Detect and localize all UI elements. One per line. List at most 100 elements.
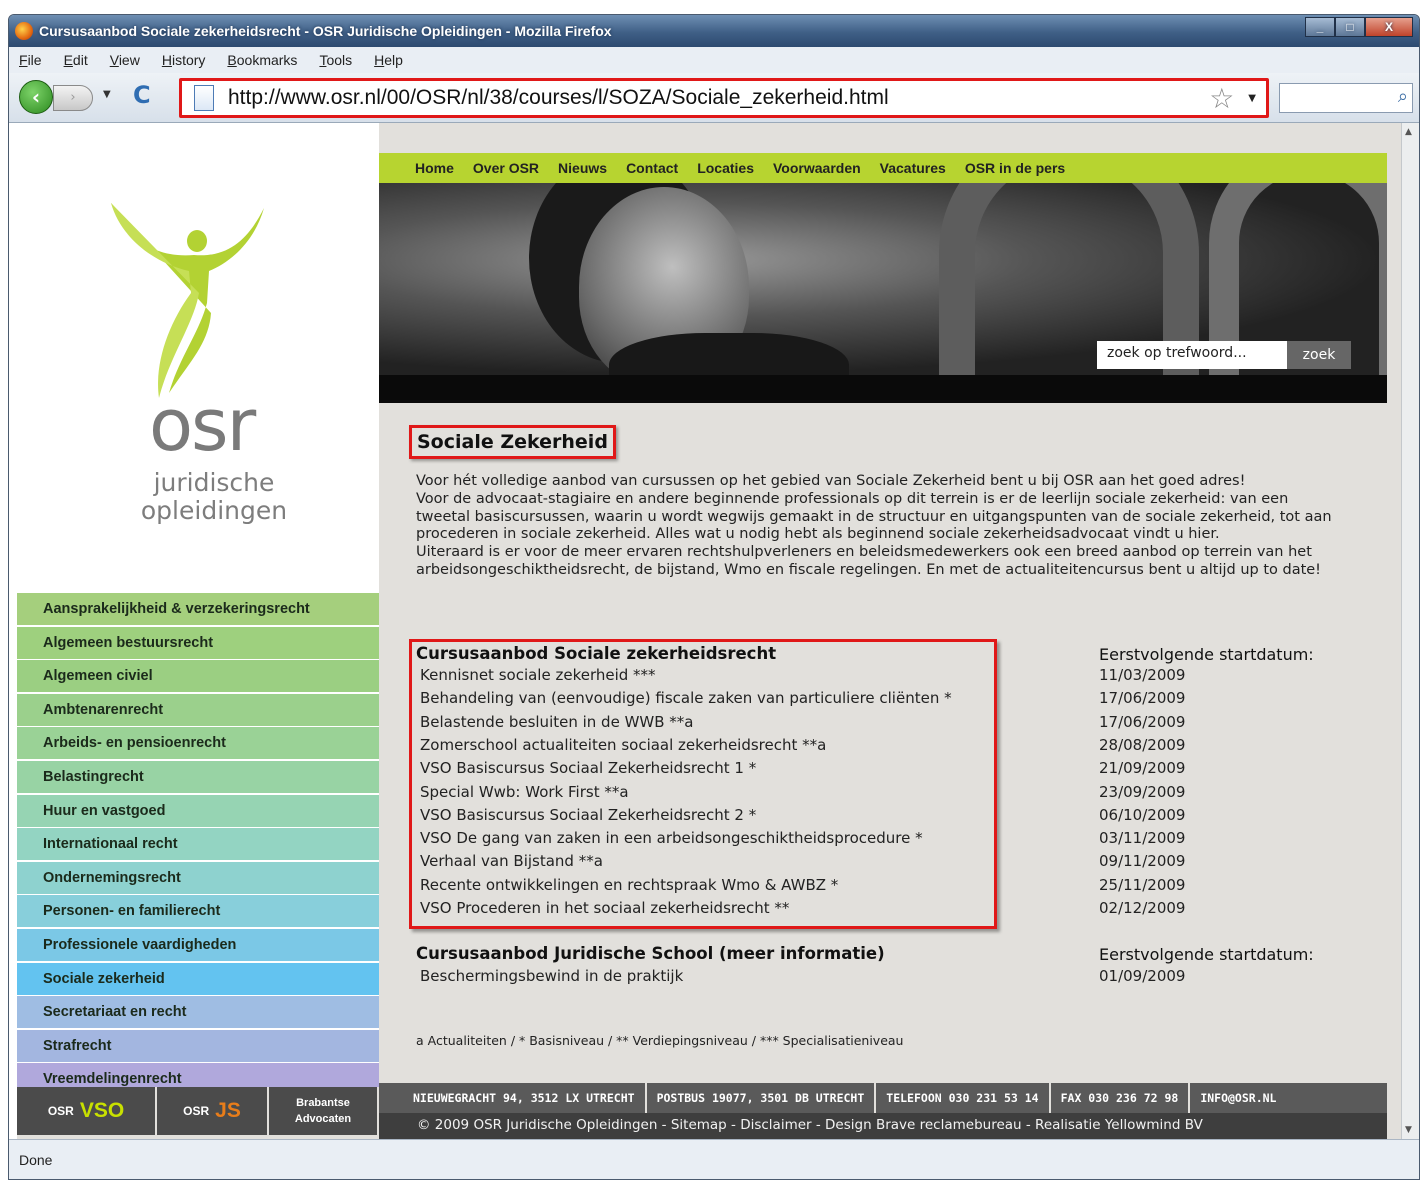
course-date: 28/08/2009	[1099, 735, 1186, 754]
menu-help[interactable]: Help	[374, 52, 403, 68]
osr-vso-logo[interactable]: OSR VSO	[17, 1087, 155, 1135]
left-column: osr juridische opleidingen Aansprakelijk…	[9, 123, 401, 1139]
course-name[interactable]: VSO Procederen in het sociaal zekerheids…	[420, 899, 789, 917]
category-internationaal-recht[interactable]: Internationaal recht	[17, 828, 379, 861]
top-navigation: Home Over OSR Nieuws Contact Locaties Vo…	[379, 153, 1387, 183]
category-belastingrecht[interactable]: Belastingrecht	[17, 760, 379, 793]
footer-address: NIEUWEGRACHT 94, 3512 LX UTRECHT	[413, 1083, 647, 1113]
js-prefix: OSR	[183, 1104, 210, 1118]
course-name[interactable]: Recente ontwikkelingen en rechtspraak Wm…	[420, 876, 838, 894]
course-row[interactable]: Kennisnet sociale zekerheid *** 11/03/200…	[420, 666, 1350, 689]
menu-bookmarks[interactable]: Bookmarks	[227, 52, 297, 68]
nav-voorwaarden[interactable]: Voorwaarden	[773, 160, 861, 176]
course-row[interactable]: Zomerschool actualiteiten sociaal zekerh…	[420, 736, 1350, 759]
course-name[interactable]: VSO De gang van zaken in een arbeidsonge…	[420, 829, 923, 847]
copyright-text[interactable]: © 2009 OSR Juridische Opleidingen - Site…	[417, 1117, 1203, 1133]
course-row[interactable]: Special Wwb: Work First **a 23/09/2009	[420, 783, 1350, 806]
category-sociale-zekerheid[interactable]: Sociale zekerheid	[17, 962, 401, 995]
course-date: 21/09/2009	[1099, 759, 1186, 778]
menu-edit[interactable]: Edit	[64, 52, 88, 68]
course-date: 09/11/2009	[1099, 852, 1186, 871]
course-date: 06/10/2009	[1099, 805, 1186, 824]
title-bar: Cursusaanbod Sociale zekerheidsrecht - O…	[9, 15, 1419, 47]
brabantse-line-1: Brabantse	[296, 1097, 350, 1109]
site-search-button[interactable]: zoek	[1287, 341, 1351, 369]
nav-locaties[interactable]: Locaties	[697, 160, 754, 176]
category-secretariaat[interactable]: Secretariaat en recht	[17, 996, 379, 1029]
course-date: 01/09/2009	[1099, 967, 1186, 985]
course-row[interactable]: Verhaal van Bijstand **a 09/11/2009	[420, 852, 1350, 875]
course-name[interactable]: VSO Basiscursus Sociaal Zekerheidsrecht …	[420, 759, 756, 777]
menu-history[interactable]: History	[162, 52, 206, 68]
bookmark-star-icon[interactable]: ☆	[1209, 82, 1234, 115]
menu-view[interactable]: View	[110, 52, 140, 68]
course-row[interactable]: VSO Basiscursus Sociaal Zekerheidsrecht …	[420, 759, 1350, 782]
category-algemeen-bestuursrecht[interactable]: Algemeen bestuursrecht	[17, 626, 379, 659]
search-icon[interactable]: ⌕	[1398, 86, 1408, 107]
menu-tools[interactable]: Tools	[319, 52, 352, 68]
osr-logo[interactable]: osr juridische opleidingen	[99, 183, 299, 525]
partner-logos: OSR VSO OSR JS Brabantse Advocaten	[17, 1087, 379, 1139]
nav-osr-in-de-pers[interactable]: OSR in de pers	[965, 160, 1065, 176]
category-aansprakelijkheid[interactable]: Aansprakelijkheid & verzekeringsrecht	[17, 593, 379, 625]
site-search-input[interactable]: zoek op trefwoord...	[1097, 341, 1287, 369]
brabantse-advocaten-logo[interactable]: Brabantse Advocaten	[269, 1087, 377, 1135]
firefox-logo-icon	[15, 22, 33, 40]
course-row[interactable]: Behandeling van (eenvoudige) fiscale zak…	[420, 689, 1350, 712]
back-button[interactable]: ‹	[19, 80, 53, 114]
browser-window: Cursusaanbod Sociale zekerheidsrecht - O…	[8, 14, 1420, 1180]
course-name[interactable]: Kennisnet sociale zekerheid ***	[420, 666, 656, 684]
course-name[interactable]: VSO Basiscursus Sociaal Zekerheidsrecht …	[420, 806, 756, 824]
course-row[interactable]: VSO Basiscursus Sociaal Zekerheidsrecht …	[420, 806, 1350, 829]
course-name[interactable]: Beschermingsbewind in de praktijk	[420, 967, 683, 985]
nav-nieuws[interactable]: Nieuws	[558, 160, 607, 176]
category-ondernemingsrecht[interactable]: Ondernemingsrecht	[17, 861, 379, 894]
window-title: Cursusaanbod Sociale zekerheidsrecht - O…	[39, 23, 612, 39]
nav-home[interactable]: Home	[415, 160, 454, 176]
menu-file[interactable]: File	[19, 52, 42, 68]
url-text[interactable]: http://www.osr.nl/00/OSR/nl/38/courses/l…	[228, 86, 1209, 110]
address-bar[interactable]: http://www.osr.nl/00/OSR/nl/38/courses/l…	[179, 78, 1269, 118]
nav-vacatures[interactable]: Vacatures	[880, 160, 946, 176]
category-ambtenarenrecht[interactable]: Ambtenarenrecht	[17, 693, 379, 726]
menu-bar: File Edit View History Bookmarks Tools H…	[9, 47, 1419, 73]
course-row[interactable]: VSO De gang van zaken in een arbeidsonge…	[420, 829, 1350, 852]
category-algemeen-civiel[interactable]: Algemeen civiel	[17, 660, 379, 693]
minimize-button[interactable]: _	[1305, 17, 1335, 37]
course-name[interactable]: Belastende besluiten in de WWB **a	[420, 713, 694, 731]
section-date-heading: Eerstvolgende startdatum:	[1099, 645, 1314, 664]
scroll-down-icon[interactable]: ▼	[1405, 1125, 1412, 1135]
close-button[interactable]: X	[1365, 17, 1413, 37]
course-row[interactable]: VSO Procederen in het sociaal zekerheids…	[420, 899, 1350, 922]
course-name[interactable]: Special Wwb: Work First **a	[420, 783, 629, 801]
history-dropdown-icon[interactable]: ▼	[103, 89, 111, 100]
vertical-scrollbar[interactable]: ▲ ▼	[1401, 123, 1419, 1139]
course-name[interactable]: Verhaal van Bijstand **a	[420, 852, 603, 870]
figure-logo-icon	[111, 203, 264, 398]
course-row[interactable]: Recente ontwikkelingen en rechtspraak Wm…	[420, 876, 1350, 899]
section-heading-juridische-school[interactable]: Cursusaanbod Juridische School (meer inf…	[416, 944, 885, 963]
osr-js-logo[interactable]: OSR JS	[157, 1087, 267, 1135]
url-dropdown-icon[interactable]: ▼	[1248, 93, 1256, 104]
course-name[interactable]: Zomerschool actualiteiten sociaal zekerh…	[420, 736, 826, 754]
scroll-up-icon[interactable]: ▲	[1405, 127, 1412, 137]
course-row[interactable]: Belastende besluiten in de WWB **a 17/06/…	[420, 713, 1350, 736]
status-text: Done	[19, 1152, 53, 1168]
course-date: 23/09/2009	[1099, 782, 1186, 801]
nav-over-osr[interactable]: Over OSR	[473, 160, 539, 176]
course-name[interactable]: Behandeling van (eenvoudige) fiscale zak…	[420, 689, 952, 707]
maximize-button[interactable]: □	[1335, 17, 1365, 37]
category-professionele-vaardigheden[interactable]: Professionele vaardigheden	[17, 928, 379, 961]
category-strafrecht[interactable]: Strafrecht	[17, 1029, 379, 1062]
footer-email-link[interactable]: INFO@OSR.NL	[1190, 1083, 1286, 1113]
reload-button[interactable]: C	[133, 81, 151, 109]
category-huur-vastgoed[interactable]: Huur en vastgoed	[17, 794, 379, 827]
logo-subtitle-2: opleidingen	[140, 496, 288, 525]
browser-search-input[interactable]: ⌕	[1279, 83, 1413, 113]
nav-contact[interactable]: Contact	[626, 160, 678, 176]
forward-button[interactable]: ›	[53, 85, 93, 111]
category-arbeidsrecht[interactable]: Arbeids- en pensioenrecht	[17, 727, 379, 760]
category-personen-familierecht[interactable]: Personen- en familierecht	[17, 895, 379, 928]
course-date: 02/12/2009	[1099, 899, 1186, 917]
course-row[interactable]: Beschermingsbewind in de praktijk 01/09/2…	[420, 967, 1350, 990]
